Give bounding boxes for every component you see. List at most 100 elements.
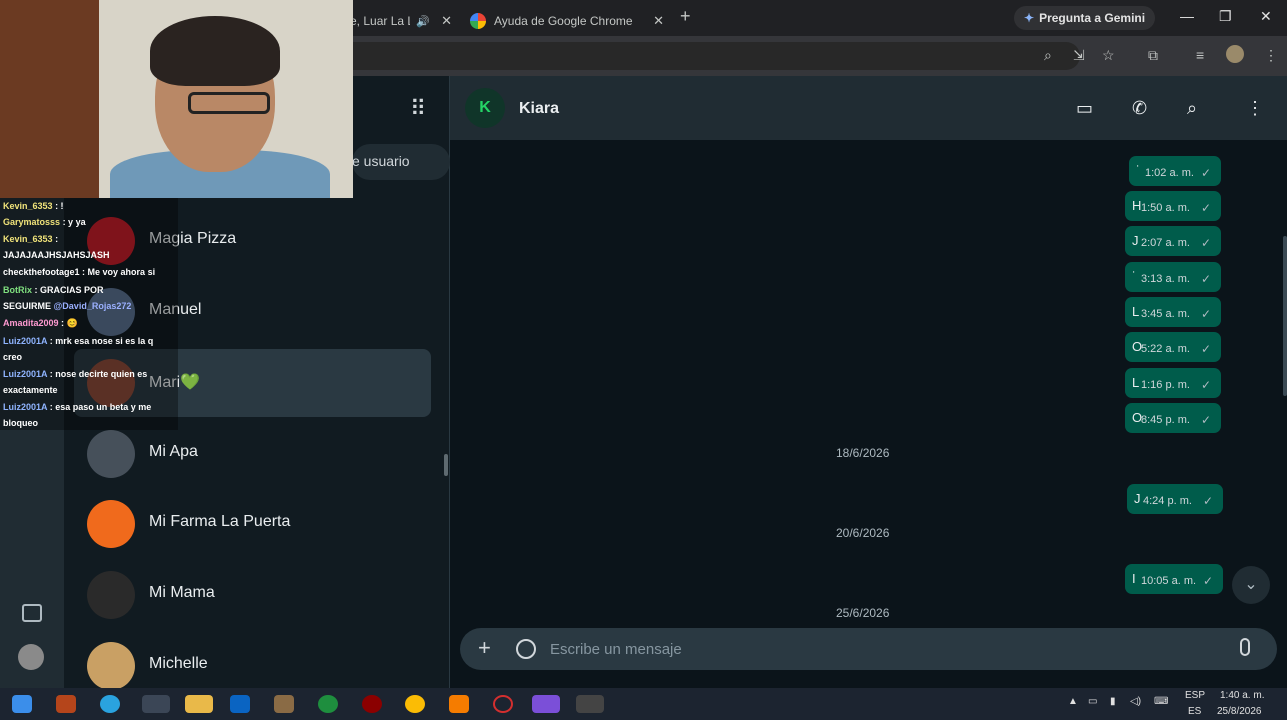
message-text: H: [1132, 198, 1142, 213]
avatar: [87, 571, 135, 619]
message-time: 5:22 a. m.: [1141, 343, 1190, 355]
game-app-icon[interactable]: [56, 695, 76, 713]
message-bubble[interactable]: L 3:45 a. m. ✓: [1125, 297, 1221, 327]
contact-avatar[interactable]: K: [465, 88, 505, 128]
tab-media[interactable]: e, Luar La L 🔊 ✕: [350, 6, 460, 36]
message-bubble[interactable]: L 1:16 p. m. ✓: [1125, 368, 1221, 398]
date-separator: 20/6/2026: [836, 526, 890, 540]
message-bubble[interactable]: ˙ 1:02 a. m. ✓: [1129, 156, 1221, 186]
chrome-profile-icon[interactable]: [318, 695, 338, 713]
media-gallery-icon[interactable]: [22, 604, 42, 622]
message-time: 2:07 a. m.: [1141, 237, 1190, 249]
close-tab-icon[interactable]: ✕: [441, 13, 452, 29]
chat-name: Michelle: [149, 655, 208, 672]
photo-app-icon[interactable]: [274, 695, 294, 713]
apps-grid-icon[interactable]: ⠿: [410, 98, 426, 120]
speaker-icon[interactable]: 🔊: [416, 15, 430, 28]
message-input[interactable]: [550, 634, 1210, 664]
message-bubble[interactable]: I 10:05 a. m. ✓: [1125, 564, 1223, 594]
message-bubble[interactable]: O 8:45 p. m. ✓: [1125, 403, 1221, 433]
message-bubble[interactable]: J 4:24 p. m. ✓: [1127, 484, 1223, 514]
message-time: 4:24 p. m.: [1143, 495, 1192, 507]
restore-icon[interactable]: ❐: [1219, 8, 1232, 25]
search-input[interactable]: e usuario: [352, 144, 450, 180]
minimize-icon[interactable]: —: [1180, 8, 1194, 24]
language-indicator[interactable]: ESP: [1185, 690, 1205, 701]
message-time: 3:13 a. m.: [1141, 273, 1190, 285]
tray-overflow-icon[interactable]: ▲: [1068, 696, 1078, 707]
microphone-tray-icon[interactable]: ▮: [1110, 696, 1116, 707]
store-icon[interactable]: [230, 695, 250, 713]
language-sub-indicator[interactable]: ES: [1188, 706, 1201, 717]
message-text: I: [1132, 571, 1136, 586]
menu-icon[interactable]: ⋮: [1246, 98, 1264, 119]
clock-time[interactable]: 1:40 a. m.: [1220, 690, 1264, 701]
bookmark-star-icon[interactable]: ☆: [1102, 47, 1115, 64]
search-icon[interactable]: ⌕: [1187, 98, 1197, 119]
tab-chrome-help-title: Ayuda de Google Chrome: [494, 14, 633, 28]
stream-chat-line: Kevin_6353 :: [3, 234, 59, 244]
close-tab-icon[interactable]: ✕: [653, 13, 664, 29]
gemini-button[interactable]: ✦ Pregunta a Gemini: [1014, 6, 1156, 30]
chat-name: Mi Mama: [149, 584, 215, 601]
windows-start-icon[interactable]: [12, 695, 32, 713]
message-time: 3:45 a. m.: [1141, 308, 1190, 320]
tab-chrome-help[interactable]: Ayuda de Google Chrome ✕: [462, 6, 672, 36]
date-separator: 25/6/2026: [836, 606, 890, 620]
chat-item-mi-farma[interactable]: Mi Farma La Puerta: [74, 490, 431, 558]
chat-list-scrollbar[interactable]: [444, 454, 448, 476]
chat-item-mi-mama[interactable]: Mi Mama: [74, 561, 431, 629]
obs-icon[interactable]: [576, 695, 604, 713]
chrome-menu-icon[interactable]: ⋮: [1264, 47, 1278, 64]
volume-icon[interactable]: ◁): [1130, 696, 1141, 707]
read-check-icon: ✓: [1200, 236, 1211, 250]
read-check-icon: ✓: [1202, 494, 1213, 508]
message-text: ˙: [1136, 163, 1141, 178]
clock-date[interactable]: 25/8/2026: [1217, 706, 1262, 717]
message-bubble[interactable]: J 2:07 a. m. ✓: [1125, 226, 1221, 256]
stream-chat-line: Amadita2009 : 😊: [3, 318, 78, 328]
attach-plus-icon[interactable]: +: [478, 637, 491, 659]
stream-chat-line: BotRix : GRACIAS POR: [3, 285, 104, 295]
webcam-person-hair: [150, 16, 280, 86]
vlc-icon[interactable]: [449, 695, 469, 713]
network-icon[interactable]: ▭: [1088, 696, 1097, 707]
zoom-icon[interactable]: ⌕: [1044, 47, 1052, 64]
extensions-icon[interactable]: ⧉: [1148, 47, 1158, 64]
media-controls-icon[interactable]: ≡: [1196, 47, 1204, 63]
chat-name: Mi Apa: [149, 443, 198, 460]
message-bubble[interactable]: O 5:22 a. m. ✓: [1125, 332, 1221, 362]
new-tab-button[interactable]: +: [680, 6, 691, 27]
close-window-icon[interactable]: ✕: [1260, 8, 1272, 25]
webcam-person-glasses: [188, 92, 270, 114]
conversation-header[interactable]: K Kiara ▭ ✆ ⌕ ⋮: [450, 76, 1287, 140]
stream-chat-overlay: Kevin_6353 : ! Garymatosss : y ya Kevin_…: [0, 198, 178, 430]
app-icon[interactable]: [362, 695, 382, 713]
chrome-icon[interactable]: [405, 695, 425, 713]
contact-name[interactable]: Kiara: [519, 100, 559, 118]
voice-call-icon[interactable]: ✆: [1132, 98, 1147, 119]
chat-app-icon[interactable]: [532, 695, 560, 713]
profile-avatar[interactable]: [1226, 45, 1244, 63]
file-explorer-icon[interactable]: [185, 695, 213, 713]
sticker-emoji-icon[interactable]: [516, 639, 536, 659]
chrome-taskbar-icon[interactable]: [142, 695, 170, 713]
keyboard-icon[interactable]: ⌨: [1154, 696, 1168, 707]
scroll-to-bottom-button[interactable]: ⌄: [1232, 566, 1270, 604]
avatar: [87, 642, 135, 690]
message-bubble[interactable]: H 1:50 a. m. ✓: [1125, 191, 1221, 221]
record-icon[interactable]: [493, 695, 513, 713]
conversation-scrollbar[interactable]: [1283, 236, 1287, 396]
read-check-icon: ✓: [1200, 413, 1211, 427]
message-bubble[interactable]: ˙ 3:13 a. m. ✓: [1125, 262, 1221, 292]
read-check-icon: ✓: [1200, 342, 1211, 356]
address-bar[interactable]: [300, 42, 1080, 70]
gemini-sparkle-icon: ✦: [1024, 11, 1035, 25]
date-separator: 18/6/2026: [836, 446, 890, 460]
microphone-icon[interactable]: [1240, 638, 1250, 656]
telegram-icon[interactable]: [100, 695, 120, 713]
install-app-icon[interactable]: ⇲: [1073, 47, 1085, 64]
my-profile-avatar[interactable]: [18, 644, 44, 670]
stream-chat-line: creo: [3, 352, 23, 362]
video-call-icon[interactable]: ▭: [1076, 98, 1093, 119]
